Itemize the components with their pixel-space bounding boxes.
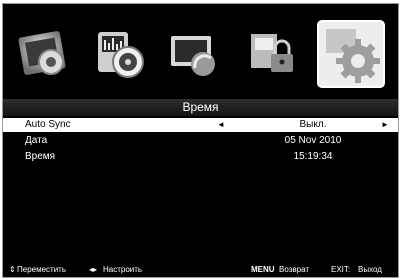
move-hint: Переместить [17,265,67,274]
time-row[interactable]: Время 15:19:34 [3,150,398,164]
auto-sync-row[interactable]: Auto Sync ◄ Выкл. ► [3,118,398,132]
move-icon: ⇕ [9,265,16,274]
adjust-hint: Настроить [103,265,143,274]
lock-icon[interactable] [241,24,301,84]
help-bar: ⇕ Переместить ◂▸ Настроить MENU Возврат … [3,263,398,277]
menu-hint: Возврат [279,265,309,274]
sound-icon[interactable] [90,24,150,84]
arrow-right-icon[interactable]: ► [381,118,389,132]
channel-icon[interactable] [165,24,225,84]
exit-key: EXIT: [331,265,351,274]
menu-title: Время [3,99,398,116]
arrow-left-icon[interactable]: ◄ [217,118,225,132]
menu-icon-bar [7,16,394,92]
time-label: Время [25,151,56,162]
tv-osd-menu: Время Auto Sync ◄ Выкл. ► Дата 05 Nov 20… [2,3,399,278]
auto-sync-label: Auto Sync [25,119,71,130]
auto-sync-value: Выкл. [299,119,327,130]
adjust-icon: ◂▸ [89,265,98,274]
setup-icon[interactable] [316,19,386,89]
date-label: Дата [25,135,48,146]
time-value: 15:19:34 [293,151,333,162]
date-value: 05 Nov 2010 [284,135,342,146]
menu-key: MENU [251,265,275,274]
date-row[interactable]: Дата 05 Nov 2010 [3,134,398,148]
picture-icon[interactable] [15,24,75,84]
exit-hint: Выход [358,265,382,274]
